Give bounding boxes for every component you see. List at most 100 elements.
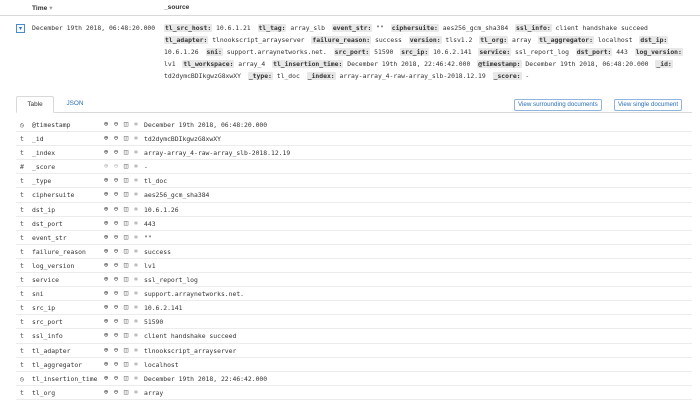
filter-for-value-icon[interactable]: ⊕ bbox=[102, 374, 110, 383]
filter-out-value-icon[interactable]: ⊖ bbox=[112, 176, 120, 185]
filter-out-value-icon[interactable]: ⊖ bbox=[112, 275, 120, 284]
filter-for-value-icon[interactable]: ⊕ bbox=[102, 247, 110, 256]
toggle-column-icon[interactable]: ◫ bbox=[122, 374, 130, 383]
toggle-column-icon[interactable]: ◫ bbox=[122, 317, 130, 326]
filter-exists-icon[interactable]: ✱ bbox=[132, 190, 140, 199]
filter-out-value-icon[interactable]: ⊖ bbox=[112, 247, 120, 256]
view-surrounding-documents-button[interactable]: View surrounding documents bbox=[514, 99, 602, 111]
source-field-key: sni: bbox=[205, 48, 223, 56]
filter-exists-icon[interactable]: ✱ bbox=[132, 148, 140, 157]
filter-for-value-icon[interactable]: ⊕ bbox=[102, 360, 110, 369]
filter-exists-icon[interactable]: ✱ bbox=[132, 303, 140, 312]
filter-exists-icon[interactable]: ✱ bbox=[132, 346, 140, 355]
filter-for-value-icon[interactable]: ⊕ bbox=[102, 346, 110, 355]
filter-for-value-icon[interactable]: ⊕ bbox=[102, 331, 110, 340]
toggle-column-icon[interactable]: ◫ bbox=[122, 148, 130, 157]
filter-exists-icon[interactable]: ✱ bbox=[132, 289, 140, 298]
filter-exists-icon[interactable]: ✱ bbox=[132, 317, 140, 326]
toggle-column-icon[interactable]: ◫ bbox=[122, 331, 130, 340]
toggle-column-icon[interactable]: ◫ bbox=[122, 162, 130, 171]
filter-for-value-icon[interactable]: ⊕ bbox=[102, 275, 110, 284]
filter-for-value-icon[interactable]: ⊕ bbox=[102, 219, 110, 228]
filter-out-value-icon[interactable]: ⊖ bbox=[112, 331, 120, 340]
filter-out-value-icon[interactable]: ⊖ bbox=[112, 148, 120, 157]
source-field-value: tl_doc bbox=[276, 72, 300, 80]
filter-for-value-icon[interactable]: ⊕ bbox=[102, 162, 110, 171]
filter-exists-icon[interactable]: ✱ bbox=[132, 388, 140, 397]
filter-out-value-icon[interactable]: ⊖ bbox=[112, 303, 120, 312]
filter-out-value-icon[interactable]: ⊖ bbox=[112, 205, 120, 214]
filter-for-value-icon[interactable]: ⊕ bbox=[102, 190, 110, 199]
filter-out-value-icon[interactable]: ⊖ bbox=[112, 289, 120, 298]
field-name: tl_insertion_time bbox=[32, 374, 98, 383]
filter-for-value-icon[interactable]: ⊕ bbox=[102, 176, 110, 185]
filter-out-value-icon[interactable]: ⊖ bbox=[112, 388, 120, 397]
filter-out-value-icon[interactable]: ⊖ bbox=[112, 346, 120, 355]
view-single-document-button[interactable]: View single document bbox=[614, 99, 683, 111]
filter-out-value-icon[interactable]: ⊖ bbox=[112, 317, 120, 326]
column-header-time[interactable]: Time ▾ bbox=[32, 4, 53, 12]
filter-exists-icon[interactable]: ✱ bbox=[132, 247, 140, 256]
tab-table[interactable]: Table bbox=[16, 96, 54, 113]
filter-for-value-icon[interactable]: ⊕ bbox=[102, 205, 110, 214]
filter-exists-icon[interactable]: ✱ bbox=[132, 233, 140, 242]
table-row: t dst_port ⊕ ⊖ ◫ ✱ 443 bbox=[16, 217, 692, 231]
toggle-column-icon[interactable]: ◫ bbox=[122, 261, 130, 270]
filter-out-value-icon[interactable]: ⊖ bbox=[112, 120, 120, 129]
filter-for-value-icon[interactable]: ⊕ bbox=[102, 233, 110, 242]
filter-out-value-icon[interactable]: ⊖ bbox=[112, 374, 120, 383]
toggle-column-icon[interactable]: ◫ bbox=[122, 176, 130, 185]
filter-exists-icon[interactable]: ✱ bbox=[132, 360, 140, 369]
filter-for-value-icon[interactable]: ⊕ bbox=[102, 261, 110, 270]
toggle-column-icon[interactable]: ◫ bbox=[122, 120, 130, 129]
filter-for-value-icon[interactable]: ⊕ bbox=[102, 134, 110, 143]
filter-out-value-icon[interactable]: ⊖ bbox=[112, 219, 120, 228]
filter-exists-icon[interactable]: ✱ bbox=[132, 261, 140, 270]
filter-for-value-icon[interactable]: ⊕ bbox=[102, 148, 110, 157]
table-row: t src_port ⊕ ⊖ ◫ ✱ 51590 bbox=[16, 315, 692, 330]
filter-exists-icon[interactable]: ✱ bbox=[132, 134, 140, 143]
toggle-column-icon[interactable]: ◫ bbox=[122, 233, 130, 242]
filter-for-value-icon[interactable]: ⊕ bbox=[102, 388, 110, 397]
source-field-value: tlsv1.2 bbox=[445, 36, 473, 44]
toggle-column-icon[interactable]: ◫ bbox=[122, 190, 130, 199]
filter-for-value-icon[interactable]: ⊕ bbox=[102, 303, 110, 312]
field-value: "" bbox=[144, 233, 152, 242]
toggle-column-icon[interactable]: ◫ bbox=[122, 275, 130, 284]
filter-exists-icon[interactable]: ✱ bbox=[132, 176, 140, 185]
filter-for-value-icon[interactable]: ⊕ bbox=[102, 289, 110, 298]
field-value: ssl_report_log bbox=[144, 276, 198, 285]
filter-for-value-icon[interactable]: ⊕ bbox=[102, 120, 110, 129]
toggle-column-icon[interactable]: ◫ bbox=[122, 346, 130, 355]
filter-out-value-icon[interactable]: ⊖ bbox=[112, 360, 120, 369]
toggle-column-icon[interactable]: ◫ bbox=[122, 205, 130, 214]
toggle-column-icon[interactable]: ◫ bbox=[122, 303, 130, 312]
tab-json[interactable]: JSON bbox=[60, 96, 90, 113]
clock-icon: ◷ bbox=[20, 374, 24, 383]
filter-out-value-icon[interactable]: ⊖ bbox=[112, 162, 120, 171]
filter-for-value-icon[interactable]: ⊕ bbox=[102, 317, 110, 326]
filter-exists-icon[interactable]: ✱ bbox=[132, 374, 140, 383]
filter-exists-icon[interactable]: ✱ bbox=[132, 219, 140, 228]
filter-exists-icon[interactable]: ✱ bbox=[132, 162, 140, 171]
field-name: tl_aggregator bbox=[32, 360, 83, 369]
filter-out-value-icon[interactable]: ⊖ bbox=[112, 261, 120, 270]
field-name: event_str bbox=[32, 233, 67, 242]
sort-icon[interactable]: ▾ bbox=[49, 5, 52, 12]
filter-out-value-icon[interactable]: ⊖ bbox=[112, 233, 120, 242]
filter-out-value-icon[interactable]: ⊖ bbox=[112, 134, 120, 143]
toggle-column-icon[interactable]: ◫ bbox=[122, 360, 130, 369]
table-row: t _id ⊕ ⊖ ◫ ✱ td2dymcBDIkgwzG8xwXY bbox=[16, 132, 692, 147]
filter-out-value-icon[interactable]: ⊖ bbox=[112, 190, 120, 199]
toggle-column-icon[interactable]: ◫ bbox=[122, 134, 130, 143]
toggle-column-icon[interactable]: ◫ bbox=[122, 247, 130, 256]
filter-exists-icon[interactable]: ✱ bbox=[132, 275, 140, 284]
filter-exists-icon[interactable]: ✱ bbox=[132, 120, 140, 129]
toggle-column-icon[interactable]: ◫ bbox=[122, 219, 130, 228]
expand-toggle-button[interactable]: ▾ bbox=[16, 24, 25, 33]
toggle-column-icon[interactable]: ◫ bbox=[122, 289, 130, 298]
filter-exists-icon[interactable]: ✱ bbox=[132, 205, 140, 214]
filter-exists-icon[interactable]: ✱ bbox=[132, 331, 140, 340]
field-actions: ⊕ ⊖ ◫ ✱ bbox=[102, 303, 140, 312]
toggle-column-icon[interactable]: ◫ bbox=[122, 388, 130, 397]
